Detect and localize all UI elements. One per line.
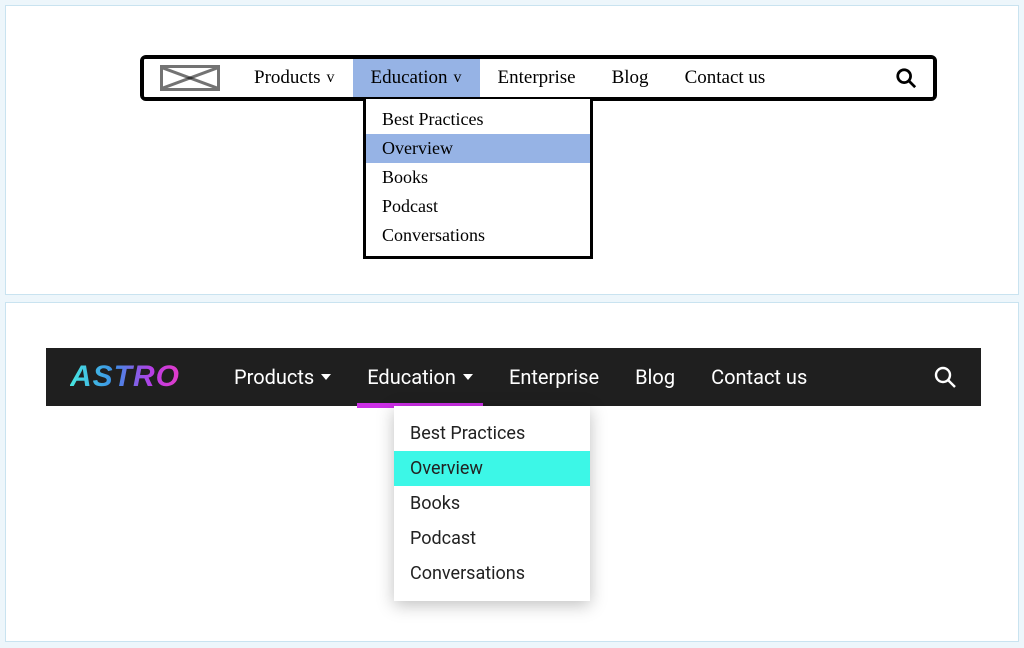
nav-item-products[interactable]: Products (216, 348, 349, 406)
dropdown-item-best-practices[interactable]: Best Practices (394, 416, 590, 451)
nav-items: Products v Education v Enterprise Blog C… (236, 59, 783, 97)
nav-item-education[interactable]: Education v (353, 59, 480, 97)
nav-item-label: Education (371, 67, 448, 89)
dropdown-item-conversations[interactable]: Conversations (366, 221, 590, 250)
navbar-wireframe: Products v Education v Enterprise Blog C… (141, 56, 936, 100)
dropdown-menu: Best Practices Overview Books Podcast Co… (363, 99, 593, 259)
search-icon (895, 67, 917, 89)
nav-item-label: Contact us (711, 365, 807, 389)
nav-item-label: Education (367, 365, 456, 389)
chevron-down-icon: v (327, 69, 335, 87)
nav-item-label: Blog (635, 365, 675, 389)
nav-item-enterprise[interactable]: Enterprise (480, 59, 594, 97)
dropdown-item-podcast[interactable]: Podcast (394, 521, 590, 556)
dropdown-item-podcast[interactable]: Podcast (366, 192, 590, 221)
nav-item-label: Blog (612, 67, 649, 89)
nav-item-label: Contact us (685, 67, 766, 89)
search-button[interactable] (933, 365, 957, 389)
nav-item-label: Enterprise (509, 365, 599, 389)
wireframe-panel: Products v Education v Enterprise Blog C… (5, 5, 1019, 295)
nav-item-enterprise[interactable]: Enterprise (491, 348, 617, 406)
nav-item-blog[interactable]: Blog (594, 59, 667, 97)
search-icon (933, 365, 957, 389)
logo-placeholder (160, 65, 220, 91)
dropdown-item-conversations[interactable]: Conversations (394, 556, 590, 591)
nav-item-products[interactable]: Products v (236, 59, 353, 97)
dropdown-item-overview[interactable]: Overview (394, 451, 590, 486)
dropdown-item-overview[interactable]: Overview (366, 134, 590, 163)
chevron-down-icon (463, 374, 473, 380)
brand-logo[interactable]: ASTRO (70, 360, 180, 394)
dropdown-item-books[interactable]: Books (366, 163, 590, 192)
dropdown-item-books[interactable]: Books (394, 486, 590, 521)
nav-items: Products Education Enterprise Blog Conta… (216, 348, 825, 406)
chevron-down-icon (321, 374, 331, 380)
hifi-panel: ASTRO Products Education Enterprise Blog… (5, 302, 1019, 642)
nav-item-contact[interactable]: Contact us (667, 59, 784, 97)
nav-item-label: Products (234, 365, 314, 389)
nav-item-label: Enterprise (498, 67, 576, 89)
navbar-hifi: ASTRO Products Education Enterprise Blog… (46, 348, 981, 406)
chevron-down-icon: v (454, 69, 462, 87)
nav-item-blog[interactable]: Blog (617, 348, 693, 406)
nav-item-label: Products (254, 67, 321, 89)
nav-item-contact[interactable]: Contact us (693, 348, 825, 406)
dropdown-menu: Best Practices Overview Books Podcast Co… (394, 406, 590, 601)
search-button[interactable] (895, 67, 917, 89)
nav-item-education[interactable]: Education (349, 348, 491, 406)
dropdown-item-best-practices[interactable]: Best Practices (366, 105, 590, 134)
